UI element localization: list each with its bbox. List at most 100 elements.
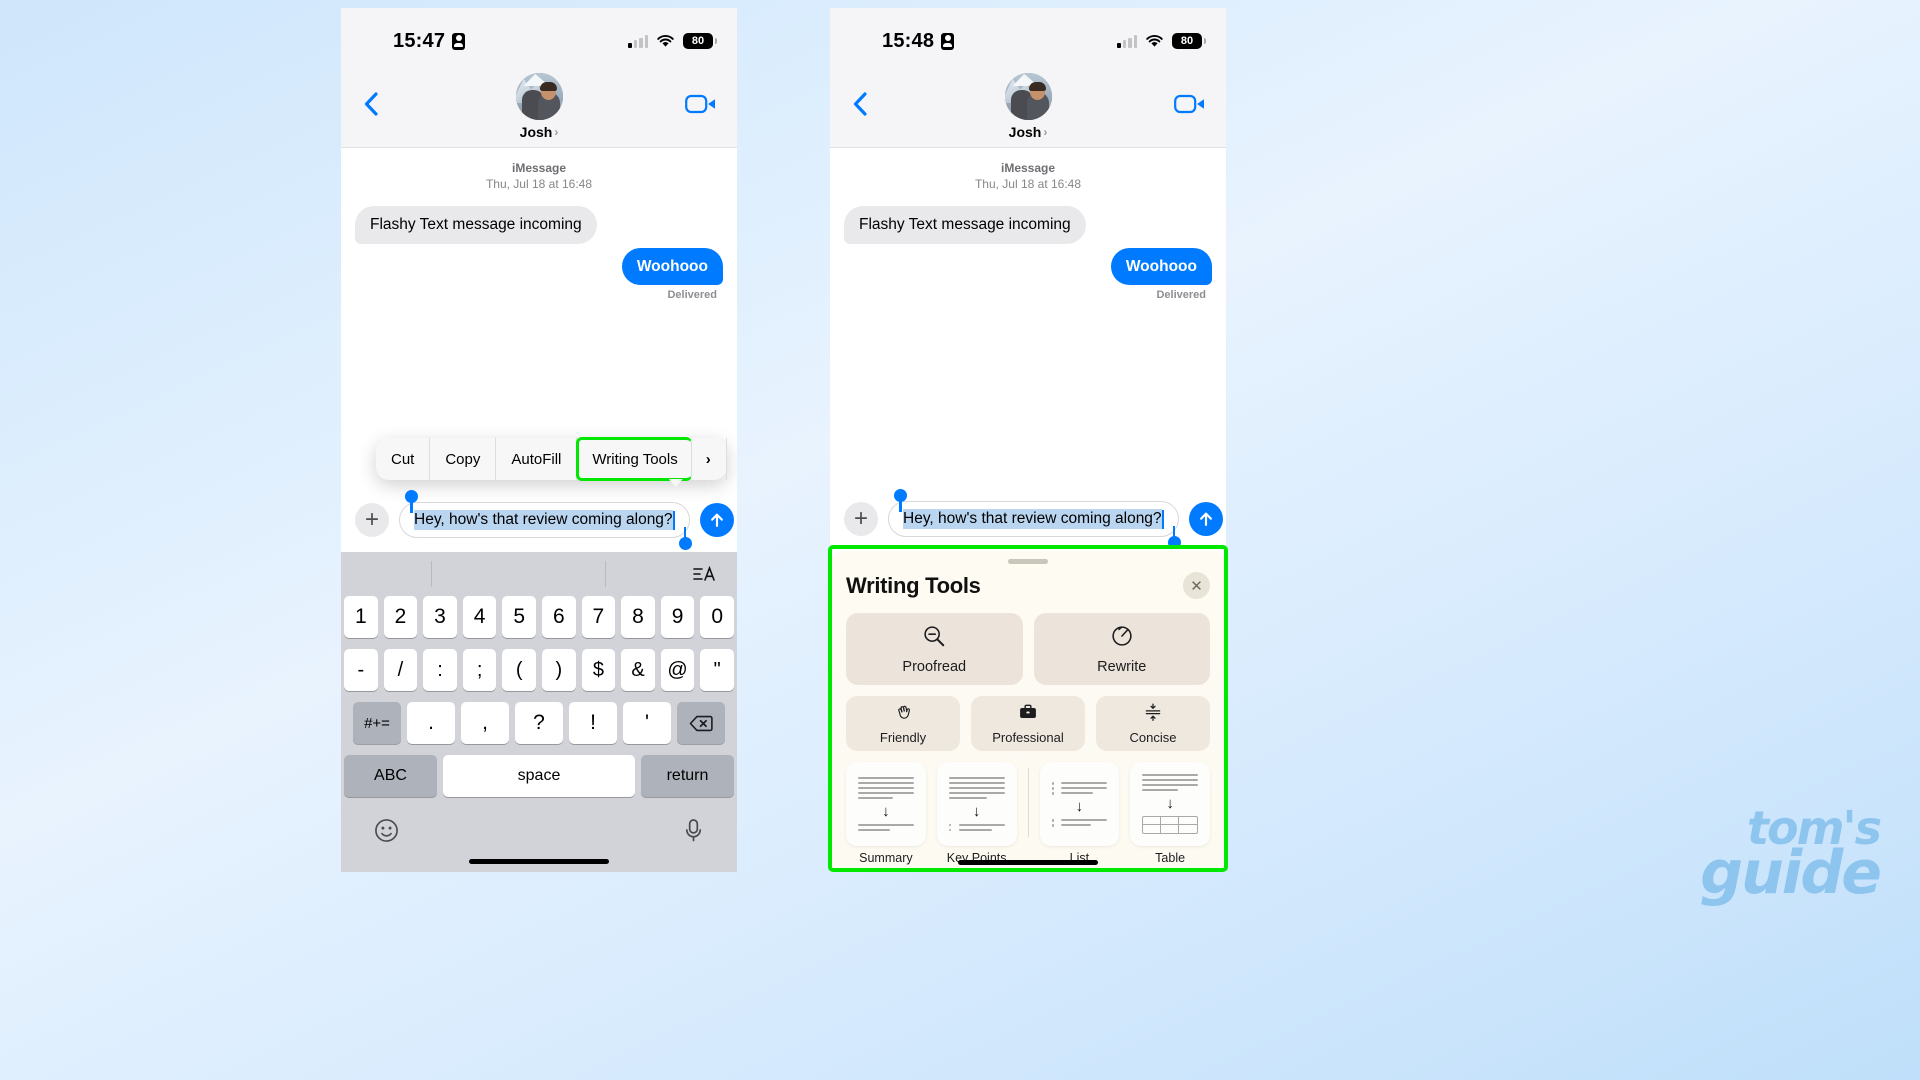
key-9[interactable]: 9 [660, 596, 695, 638]
plus-icon[interactable]: + [844, 502, 878, 536]
delivery-status-right: Delivered [1156, 289, 1206, 302]
keyboard-row-numbers[interactable]: 1 2 3 4 5 6 7 8 9 0 [344, 596, 734, 638]
key-ampersand[interactable]: & [621, 649, 655, 691]
key-4[interactable]: 4 [462, 596, 497, 638]
arrow-down-icon: ↓ [1075, 798, 1084, 815]
selection-handle-start[interactable] [405, 490, 418, 513]
message-input-right[interactable]: Hey, how's that review coming along? [888, 501, 1179, 537]
key-7[interactable]: 7 [581, 596, 616, 638]
key-apostrophe[interactable]: ' [623, 702, 671, 744]
message-input-left[interactable]: Hey, how's that review coming along? [399, 502, 690, 538]
writing-tools-primary-row: Proofread Rewrite [846, 613, 1210, 685]
context-menu-item-autofill[interactable]: AutoFill [496, 438, 578, 480]
key-abc[interactable]: ABC [344, 755, 437, 797]
key-comma[interactable]: , [461, 702, 509, 744]
back-button-right[interactable] [846, 89, 876, 119]
key-question[interactable]: ? [515, 702, 563, 744]
plus-icon[interactable]: + [355, 503, 389, 537]
key-return[interactable]: return [641, 755, 734, 797]
waving-hand-icon [893, 702, 913, 727]
sheet-grabber[interactable] [1008, 559, 1048, 564]
cellular-bars-icon [1117, 34, 1137, 48]
contact-header-left[interactable]: Josh › [515, 73, 563, 140]
key-1[interactable]: 1 [344, 596, 378, 638]
summary-button[interactable]: ↓ Summary [846, 762, 926, 865]
key-2[interactable]: 2 [383, 596, 418, 638]
key-exclamation[interactable]: ! [569, 702, 617, 744]
battery-level-left: 80 [691, 35, 705, 47]
context-menu-more-icon[interactable]: › [691, 438, 727, 480]
key-space[interactable]: space [443, 755, 635, 797]
key-period[interactable]: . [407, 702, 455, 744]
key-at[interactable]: @ [660, 649, 695, 691]
message-bubble-incoming[interactable]: Flashy Text message incoming [355, 206, 597, 244]
list-card-icon: ↓ [1039, 762, 1120, 846]
proofread-label: Proofread [902, 658, 967, 675]
delete-backward-icon[interactable] [677, 702, 725, 744]
key-8[interactable]: 8 [621, 596, 655, 638]
contact-name-left[interactable]: Josh › [520, 124, 559, 140]
contact-name-right[interactable]: Josh › [1009, 124, 1048, 140]
phone-screenshot-left: 15:47 80 Josh › iMessage Thu, Jul 18 at … [341, 8, 737, 872]
send-button-right[interactable] [1188, 502, 1223, 536]
text-context-menu[interactable]: Cut Copy AutoFill Writing Tools › [376, 437, 727, 487]
key-0[interactable]: 0 [700, 596, 734, 638]
video-camera-icon[interactable] [1174, 93, 1206, 115]
key-paren-open[interactable]: ( [502, 649, 536, 691]
prediction-slots[interactable] [344, 561, 692, 587]
avatar[interactable] [1004, 73, 1052, 120]
close-x-icon[interactable]: ✕ [1183, 572, 1210, 599]
selection-handle-end[interactable] [678, 527, 692, 550]
key-6[interactable]: 6 [542, 596, 576, 638]
key-hyphen[interactable]: - [344, 649, 378, 691]
contact-header-right[interactable]: Josh › [1004, 73, 1052, 140]
key-semicolon[interactable]: ; [462, 649, 497, 691]
keyboard-row-bottom[interactable]: ABC space return [344, 755, 734, 797]
composer-selected-text-left: Hey, how's that review coming along? [414, 510, 673, 530]
text-format-icon[interactable] [692, 564, 718, 584]
message-bubble-outgoing[interactable]: Woohooo [621, 247, 723, 286]
context-menu-tail [668, 479, 683, 487]
message-composer-left: + Hey, how's that review coming along? [341, 488, 737, 552]
key-paren-close[interactable]: ) [542, 649, 576, 691]
keyboard-row-symbols[interactable]: - / : ; ( ) $ & @ " [344, 649, 734, 691]
key-dollar[interactable]: $ [581, 649, 616, 691]
home-indicator-right [958, 860, 1098, 865]
writing-tools-sheet: Writing Tools ✕ Proofread Rewrite Friend… [830, 551, 1226, 872]
back-button-left[interactable] [357, 89, 387, 119]
key-quote[interactable]: " [700, 649, 734, 691]
message-bubble-incoming[interactable]: Flashy Text message incoming [844, 206, 1086, 244]
chevron-right-icon: › [1043, 125, 1048, 139]
watermark-line-2: guide [1700, 838, 1882, 909]
proofread-button[interactable]: Proofread [846, 613, 1023, 685]
microphone-icon[interactable] [683, 818, 704, 848]
emoji-smiley-icon[interactable] [374, 818, 399, 848]
rewrite-button[interactable]: Rewrite [1033, 613, 1210, 685]
table-button[interactable]: ↓ Table [1130, 762, 1210, 865]
key-colon[interactable]: : [423, 649, 457, 691]
rewrite-circle-icon [1110, 624, 1134, 653]
selection-handle-start[interactable] [894, 489, 907, 512]
context-menu-item-copy[interactable]: Copy [430, 438, 497, 480]
key-slash[interactable]: / [383, 649, 418, 691]
context-menu-item-writing-tools[interactable]: Writing Tools [576, 437, 692, 481]
context-menu-item-cut[interactable]: Cut [376, 438, 431, 480]
screen-record-icon [452, 32, 466, 50]
send-button-left[interactable] [699, 503, 734, 537]
concise-button[interactable]: Concise [1096, 696, 1210, 751]
conversation-nav-bar-right: Josh › [830, 60, 1226, 148]
key-points-button[interactable]: ↓ Key Points [936, 762, 1017, 865]
key-3[interactable]: 3 [423, 596, 457, 638]
key-more-symbols[interactable]: #+= [353, 702, 401, 744]
list-button[interactable]: ↓ List [1039, 762, 1120, 865]
keyboard-row-punctuation[interactable]: #+= . , ? ! ' [344, 702, 734, 744]
selection-handle-end[interactable] [1167, 526, 1181, 549]
onscreen-keyboard[interactable]: 1 2 3 4 5 6 7 8 9 0 - / : ; ( ) $ & @ " … [341, 552, 737, 872]
key-5[interactable]: 5 [502, 596, 536, 638]
professional-button[interactable]: Professional [971, 696, 1085, 751]
message-bubble-outgoing[interactable]: Woohooo [1110, 247, 1212, 286]
avatar[interactable] [515, 73, 563, 120]
video-camera-icon[interactable] [685, 93, 717, 115]
friendly-button[interactable]: Friendly [846, 696, 960, 751]
message-row-outgoing-right: Woohooo [844, 247, 1212, 286]
